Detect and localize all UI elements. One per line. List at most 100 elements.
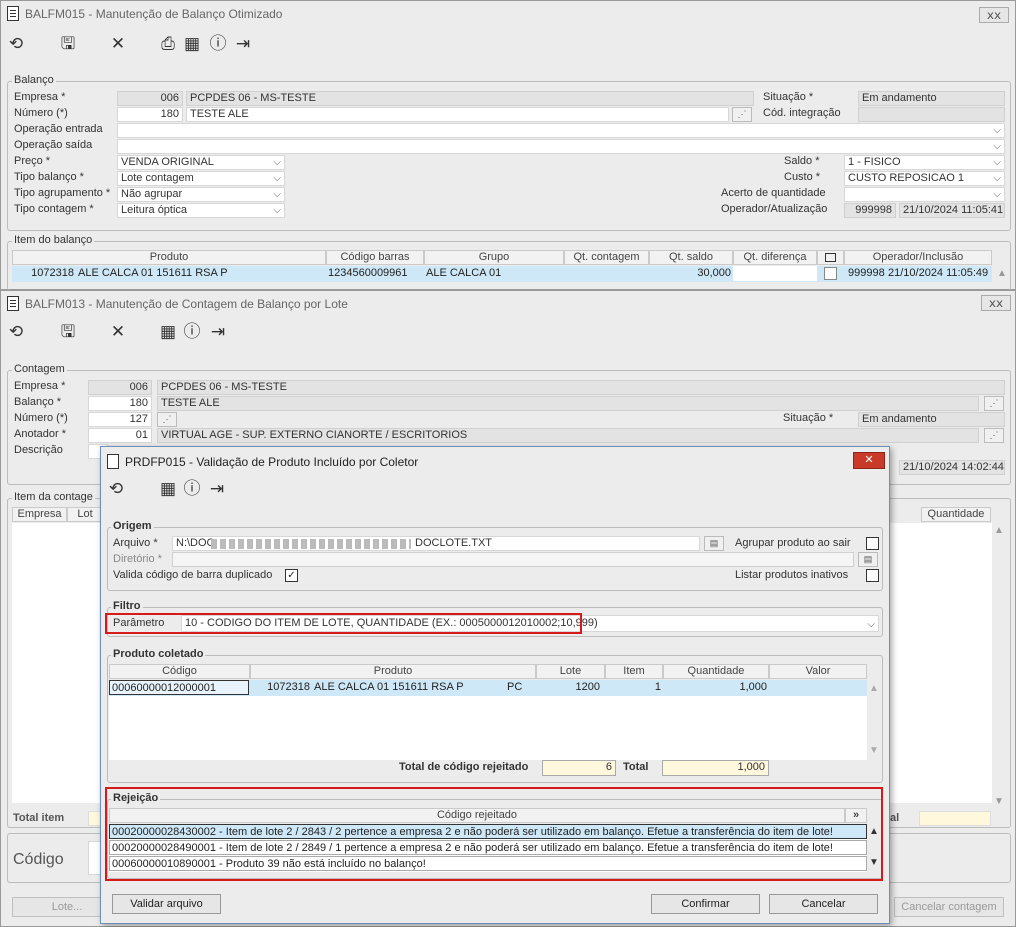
calendar-icon[interactable]: ▦ xyxy=(158,322,178,342)
col-qt-contagem[interactable]: Qt. contagem xyxy=(564,250,649,265)
cod-integracao-field xyxy=(858,107,1005,122)
document-icon xyxy=(107,454,119,469)
numero-field[interactable]: 127 xyxy=(88,412,152,427)
col-produto[interactable]: Produto xyxy=(12,250,326,265)
listar-label: Listar produtos inativos xyxy=(735,569,849,581)
total-item-label: Total item xyxy=(13,812,65,824)
help-icon[interactable]: ⓘ xyxy=(182,479,202,499)
table-row[interactable]: 00060000012000001 1072318 ALE CALCA 01 1… xyxy=(109,680,867,696)
arquivo-field[interactable]: N:\DOC DOCLOTE.TXT xyxy=(172,536,700,551)
col-operador[interactable]: Operador/Inclusão xyxy=(844,250,992,265)
close-button[interactable]: ⅹⅹ xyxy=(979,7,1009,23)
calendar-icon[interactable]: ▦ xyxy=(182,34,202,54)
anotador-field[interactable]: 01 xyxy=(88,428,152,443)
lookup-button[interactable]: ⋰ xyxy=(984,396,1004,411)
lookup-button[interactable]: ⋰ xyxy=(984,428,1004,443)
col-lote[interactable]: Lot xyxy=(67,507,103,522)
acerto-select[interactable]: ⌵ xyxy=(844,187,1005,202)
op-saida-select[interactable]: ⌵ xyxy=(117,139,1005,154)
col-codigo[interactable]: Código xyxy=(109,664,250,679)
tipo-agrup-select[interactable]: Não agrupar ⌵ xyxy=(117,187,285,202)
agrupar-label: Agrupar produto ao sair xyxy=(735,537,851,549)
saldo-select[interactable]: 1 - FISICO ⌵ xyxy=(844,155,1005,170)
anotador-desc-field: VIRTUAL AGE - SUP. EXTERNO CIANORTE / ES… xyxy=(157,428,979,443)
col-codigo-barras[interactable]: Código barras xyxy=(326,250,424,265)
numero-desc-field[interactable]: TESTE ALE xyxy=(186,107,729,122)
group-filtro-label: Filtro xyxy=(111,600,143,612)
acerto-label: Acerto de quantidade xyxy=(721,187,826,199)
op-entrada-select[interactable]: ⌵ xyxy=(117,123,1005,138)
calendar-icon[interactable]: ▦ xyxy=(158,479,178,499)
scrollbar-down-icon[interactable]: ▼ xyxy=(869,745,879,756)
col-quantidade[interactable]: Quantidade xyxy=(921,507,991,522)
preco-select[interactable]: VENDA ORIGINAL ⌵ xyxy=(117,155,285,170)
tipo-balanco-select[interactable]: Lote contagem ⌵ xyxy=(117,171,285,186)
exit-icon[interactable]: ⇥ xyxy=(208,322,228,342)
exit-icon[interactable]: ⇥ xyxy=(207,479,227,499)
scrollbar-up-icon[interactable]: ▲ xyxy=(997,268,1007,279)
cancel-icon[interactable]: ✕ xyxy=(108,34,128,54)
scrollbar-up-icon[interactable]: ▲ xyxy=(869,683,879,694)
cancel-icon[interactable]: ✕ xyxy=(108,322,128,342)
agrupar-checkbox[interactable] xyxy=(866,537,879,550)
total-label: Total xyxy=(623,761,649,773)
tipo-contagem-select[interactable]: Leitura óptica ⌵ xyxy=(117,203,285,218)
cancelar-button[interactable]: Cancelar xyxy=(769,894,878,914)
help-icon[interactable]: ⓘ xyxy=(182,322,202,342)
empresa-label: Empresa * xyxy=(14,380,66,392)
save-icon[interactable]: 🖫 xyxy=(58,34,78,54)
table-row[interactable]: 1072318 ALE CALCA 01 151611 RSA P 123456… xyxy=(12,266,992,282)
total-field: 1,000 xyxy=(662,760,769,776)
confirmar-button[interactable]: Confirmar xyxy=(651,894,760,914)
diretorio-field xyxy=(172,552,854,567)
dialog-title: PRDFP015 - Validação de Produto Incluído… xyxy=(125,455,419,469)
col-qt-diferenca[interactable]: Qt. diferença xyxy=(733,250,817,265)
descricao-label: Descrição xyxy=(14,444,63,456)
col-qt-saldo[interactable]: Qt. saldo xyxy=(649,250,733,265)
folder-browse-icon[interactable]: ▤ xyxy=(858,552,878,567)
lookup-button[interactable]: ⋰ xyxy=(157,412,177,427)
situacao-label: Situação * xyxy=(783,412,834,424)
group-item-contagem-label: Item da contage xyxy=(12,491,95,503)
col-quantidade[interactable]: Quantidade xyxy=(663,664,769,679)
cod-integracao-label: Cód. integração xyxy=(763,107,841,119)
cancelar-contagem-button[interactable]: Cancelar contagem xyxy=(894,897,1004,917)
scrollbar-down-icon[interactable]: ▼ xyxy=(994,796,1004,807)
empresa-code-field[interactable]: 006 xyxy=(117,91,183,106)
window-balfm015: BALFM015 - Manutenção de Balanço Otimiza… xyxy=(0,0,1016,291)
listar-checkbox[interactable] xyxy=(866,569,879,582)
refresh-icon[interactable]: ⟲ xyxy=(6,322,26,342)
print-icon[interactable]: ⎙ xyxy=(158,34,178,54)
datetime-field: 21/10/2024 14:02:44 xyxy=(899,460,1005,475)
op-entrada-label: Operação entrada xyxy=(14,123,103,135)
refresh-icon[interactable]: ⟲ xyxy=(106,479,126,499)
help-icon[interactable]: ⓘ xyxy=(208,34,228,54)
exit-icon[interactable]: ⇥ xyxy=(233,34,253,54)
row-checkbox[interactable] xyxy=(824,267,837,280)
file-browse-icon[interactable]: ▤ xyxy=(704,536,724,551)
situacao-field: Em andamento xyxy=(858,412,1005,427)
titlebar: BALFM015 - Manutenção de Balanço Otimiza… xyxy=(1,1,1015,27)
tipo-balanco-label: Tipo balanço * xyxy=(14,171,84,183)
balanco-field[interactable]: 180 xyxy=(88,396,152,411)
col-lote[interactable]: Lote xyxy=(536,664,605,679)
empresa-name-field: PCPDES 06 - MS-TESTE xyxy=(157,380,1005,395)
valida-checkbox[interactable]: ✓ xyxy=(285,569,298,582)
close-button[interactable]: ⅹⅹ xyxy=(981,295,1011,311)
col-produto[interactable]: Produto xyxy=(250,664,536,679)
col-grupo[interactable]: Grupo xyxy=(424,250,564,265)
window-title: BALFM013 - Manutenção de Contagem de Bal… xyxy=(25,297,348,311)
col-checkbox[interactable] xyxy=(817,250,844,265)
custo-select[interactable]: CUSTO REPOSICAO 1 ⌵ xyxy=(844,171,1005,186)
validar-arquivo-button[interactable]: Validar arquivo xyxy=(112,894,221,914)
tipo-contagem-label: Tipo contagem * xyxy=(14,203,94,215)
dialog-close-button[interactable]: ✕ xyxy=(853,452,885,469)
col-item[interactable]: Item xyxy=(605,664,663,679)
col-valor[interactable]: Valor xyxy=(769,664,867,679)
scrollbar-up-icon[interactable]: ▲ xyxy=(994,525,1004,536)
save-icon[interactable]: 🖫 xyxy=(58,322,78,342)
numero-field[interactable]: 180 xyxy=(117,107,183,122)
lookup-button[interactable]: ⋰ xyxy=(732,107,752,122)
col-empresa[interactable]: Empresa xyxy=(12,507,67,522)
refresh-icon[interactable]: ⟲ xyxy=(6,34,26,54)
